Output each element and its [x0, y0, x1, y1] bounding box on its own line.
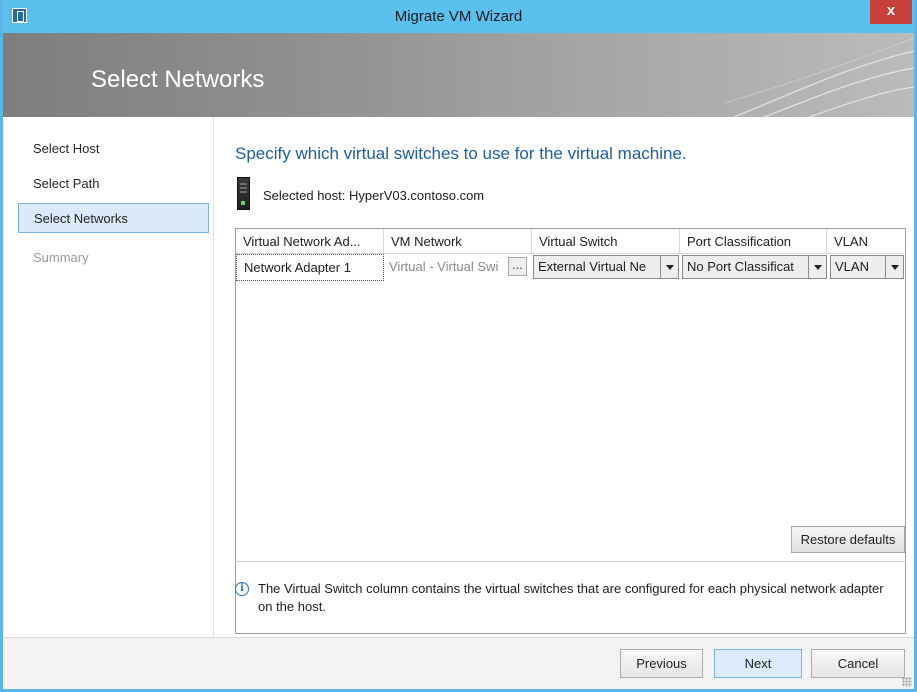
window-title: Migrate VM Wizard: [394, 8, 523, 25]
wizard-content: Specify which virtual switches to use fo…: [215, 117, 914, 637]
table-row[interactable]: Network Adapter 1 Virtual - Virtual Swi …: [236, 254, 905, 281]
content-divider: [235, 561, 906, 562]
wizard-window: Migrate VM Wizard x Select Networks Sele…: [0, 0, 917, 692]
wizard-sidebar: Select Host Select Path Select Networks …: [3, 117, 214, 637]
page-title: Select Networks: [91, 66, 265, 93]
vlan-value: VLAN: [835, 259, 869, 274]
content-heading: Specify which virtual switches to use fo…: [235, 144, 687, 163]
banner-curves-decoration: [724, 37, 914, 117]
sidebar-item-select-networks[interactable]: Select Networks: [18, 203, 209, 233]
column-header-virtual-switch[interactable]: Virtual Switch: [532, 229, 680, 254]
next-button[interactable]: Next: [714, 649, 802, 678]
column-header-vm-network[interactable]: VM Network: [384, 229, 532, 254]
cancel-button[interactable]: Cancel: [811, 649, 905, 678]
vm-network-value: Virtual - Virtual Swi: [389, 259, 499, 274]
adapter-cell[interactable]: Network Adapter 1: [236, 254, 384, 281]
sidebar-item-select-host[interactable]: Select Host: [18, 134, 209, 164]
chevron-down-icon: [660, 256, 678, 278]
selected-host-label: Selected host:: [263, 188, 346, 203]
info-icon: i: [235, 582, 249, 596]
browse-vm-network-button[interactable]: ...: [508, 257, 527, 276]
chevron-down-icon: [808, 256, 826, 278]
virtual-switch-value: External Virtual Ne: [538, 259, 647, 274]
wizard-banner: Select Networks: [3, 33, 914, 117]
vm-network-cell[interactable]: Virtual - Virtual Swi ...: [384, 254, 531, 281]
title-bar[interactable]: Migrate VM Wizard x: [3, 0, 914, 33]
server-icon: [237, 177, 250, 210]
previous-button[interactable]: Previous: [620, 649, 703, 678]
restore-defaults-button[interactable]: Restore defaults: [791, 526, 905, 553]
port-classification-dropdown[interactable]: No Port Classificat: [682, 255, 827, 279]
chevron-down-icon: [885, 256, 903, 278]
vlan-dropdown[interactable]: VLAN: [830, 255, 904, 279]
column-header-virtual-network-adapter[interactable]: Virtual Network Ad...: [236, 229, 384, 254]
sidebar-item-summary: Summary: [33, 250, 89, 265]
selected-host-line: Selected host: HyperV03.contoso.com: [263, 188, 484, 203]
virtual-switch-dropdown[interactable]: External Virtual Ne: [533, 255, 679, 279]
table-header: Virtual Network Ad... VM Network Virtual…: [236, 229, 905, 254]
column-header-port-classification[interactable]: Port Classification: [680, 229, 827, 254]
close-button[interactable]: x: [870, 0, 912, 24]
wizard-footer: Previous Next Cancel: [3, 637, 914, 689]
column-header-vlan[interactable]: VLAN: [827, 229, 905, 254]
network-adapter-table[interactable]: Virtual Network Ad... VM Network Virtual…: [235, 228, 906, 634]
info-text: The Virtual Switch column contains the v…: [258, 581, 884, 614]
resize-grip-icon[interactable]: [902, 677, 912, 687]
port-classification-value: No Port Classificat: [687, 259, 794, 274]
sidebar-item-select-path[interactable]: Select Path: [18, 169, 209, 199]
selected-host-value: HyperV03.contoso.com: [349, 188, 485, 203]
